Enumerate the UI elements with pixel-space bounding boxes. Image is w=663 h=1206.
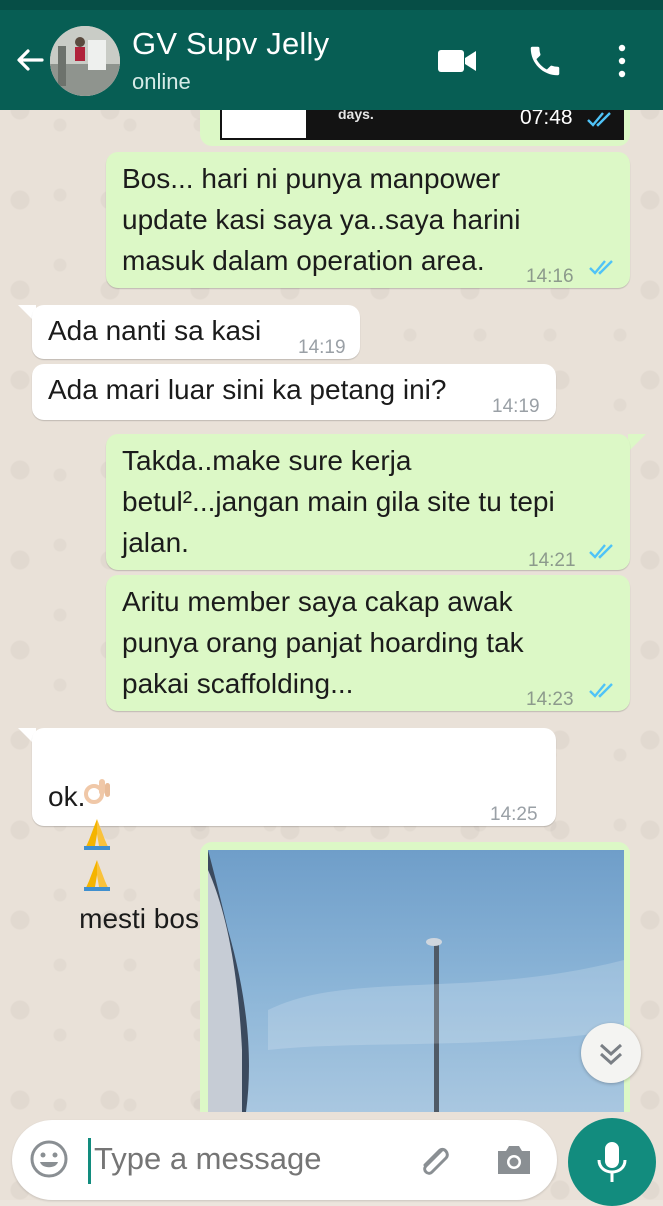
message-text: Ada mari luar sini ka petang ini? [48,374,447,405]
read-ticks-icon [589,683,613,698]
message-text: Aritu member saya cakap awak punya orang… [122,586,524,699]
phone-icon[interactable] [526,42,564,80]
camera-icon[interactable] [494,1142,534,1178]
message-text: Bos... hari ni punya manpower update kas… [122,163,521,276]
message-time: 14:19 [298,337,346,358]
double-chevron-down-icon [599,1043,623,1066]
message-time: 14:23 [526,689,574,710]
read-ticks-icon [589,544,613,559]
chat-header: GV Supv Jelly online [0,0,663,110]
attach-icon[interactable] [412,1138,456,1182]
message-input[interactable] [94,1141,394,1177]
sky-photo-image [208,850,624,1112]
status-bar [0,0,663,10]
message-text: Ada nanti sa kasi [48,315,262,346]
scroll-to-bottom-button[interactable] [581,1023,641,1083]
mic-button[interactable] [568,1118,656,1206]
video-call-icon[interactable] [436,44,478,78]
message-bubble-outgoing[interactable]: Bos... hari ni punya manpower update kas… [106,152,630,288]
text-cursor [88,1138,91,1184]
message-bubble-incoming[interactable]: mesti bos. Ini hari semua ok. 14:25 [32,728,556,934]
message-text: Takda..make sure kerja betul²...jangan m… [122,445,555,558]
folded-hands-emoji [84,819,111,850]
avatar-image [50,26,120,96]
message-time: 14:25 [490,804,538,825]
read-ticks-icon [587,112,611,127]
message-bubble-incoming[interactable]: Ada mari luar sini ka petang ini? 14:19 [32,364,556,420]
read-ticks-icon [589,260,613,275]
contact-status: online [132,69,191,94]
message-bubble-outgoing[interactable]: Aritu member saya cakap awak punya orang… [106,575,630,711]
message-bubble-outgoing[interactable]: Takda..make sure kerja betul²...jangan m… [106,434,630,571]
more-vert-icon[interactable] [612,42,632,80]
emoji-icon[interactable] [28,1138,70,1180]
message-text: ok. [48,781,86,812]
bubble-tail [628,434,646,452]
message-time: 14:19 [492,396,540,417]
contact-name[interactable]: GV Supv Jelly [132,26,329,62]
message-bubble-incoming[interactable]: Ada nanti sa kasi 14:19 [32,305,360,359]
message-time: 14:16 [526,266,574,287]
back-arrow-icon[interactable] [12,42,48,78]
photo-thumbnail[interactable] [208,850,624,1112]
mic-icon [597,1142,627,1182]
avatar[interactable] [50,26,120,96]
folded-hands-emoji [84,860,111,891]
